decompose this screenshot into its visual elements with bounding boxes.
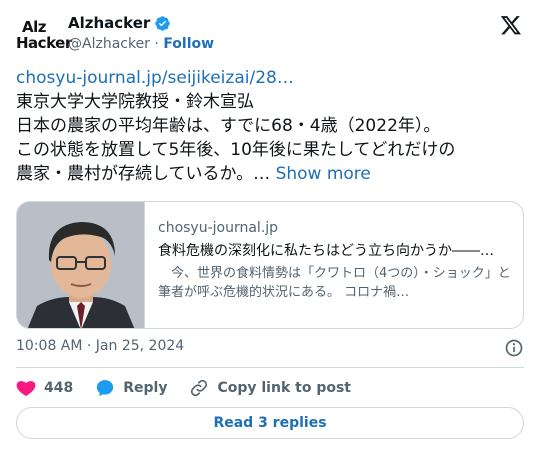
account-handle[interactable]: @Alzhacker [68,36,150,52]
link-preview-card[interactable]: chosyu-journal.jp 食料危機の深刻化に私たちはどう立ち向かうか―… [16,201,524,329]
tweet-line: 東京大学大学院教授・鈴木宣弘 [16,92,254,112]
read-replies-label: Read 3 replies [213,415,327,431]
link-card-text: chosyu-journal.jp 食料危機の深刻化に私たちはどう立ち向かうか―… [158,220,514,302]
verified-badge-icon [155,15,171,31]
tweet-text: chosyu-journal.jp/seijikeizai/28… 東京大学大学… [16,66,528,186]
info-icon[interactable] [504,338,524,358]
x-logo-icon[interactable] [500,14,522,36]
reply-bubble-icon [97,380,114,397]
tweet-line: 農家・農村が存続しているか。… [16,164,271,184]
tweet-embed-card: Alz Hacker Alzhacker @Alzhacker · Follow… [0,0,540,455]
portrait-image [17,202,144,328]
timestamp[interactable]: 10:08 AM · Jan 25, 2024 [16,338,184,354]
like-button[interactable]: 448 [16,378,73,398]
tweet-line: この状態を放置して5年後、10年後に果たしてどれだけの [16,140,456,160]
tweet-line: 日本の農家の平均年齢は、すでに68・4歳（2022年）。 [16,116,441,136]
follow-button[interactable]: Follow [163,36,214,52]
link-thumbnail [17,202,145,328]
avatar-text-bottom: Hacker [16,34,72,52]
tweet-link[interactable]: chosyu-journal.jp/seijikeizai/28… [16,66,528,90]
show-more-link[interactable]: Show more [276,164,371,184]
avatar[interactable]: Alz Hacker [16,12,72,56]
copy-link-label: Copy link to post [217,380,351,396]
link-domain: chosyu-journal.jp [158,220,279,236]
copy-link-button[interactable]: Copy link to post [189,378,351,398]
read-replies-button[interactable]: Read 3 replies [16,407,524,439]
link-title: 食料危機の深刻化に私たちはどう立ち向かうか――… [158,243,494,259]
separator: · [154,36,159,52]
account-name[interactable]: Alzhacker [68,14,150,32]
action-bar: 448 Reply Copy link to post [16,376,524,400]
reply-button[interactable]: Reply [95,378,167,398]
tweet-meta: 10:08 AM · Jan 25, 2024 [16,338,524,358]
link-icon [191,379,208,397]
divider [16,367,524,368]
name-line: Alzhacker [68,14,171,32]
heart-icon [16,381,36,396]
link-description: 今、世界の食料情勢は「クワトロ（4つの）・ショック」と筆者が呼ぶ危機的状況にある… [158,266,511,300]
tweet-line-last: 農家・農村が存続しているか。… Show more [16,162,528,186]
like-count: 448 [44,380,74,396]
reply-label: Reply [123,380,168,396]
handle-line: @Alzhacker · Follow [68,36,214,52]
tweet-header: Alz Hacker Alzhacker @Alzhacker · Follow [16,12,524,56]
